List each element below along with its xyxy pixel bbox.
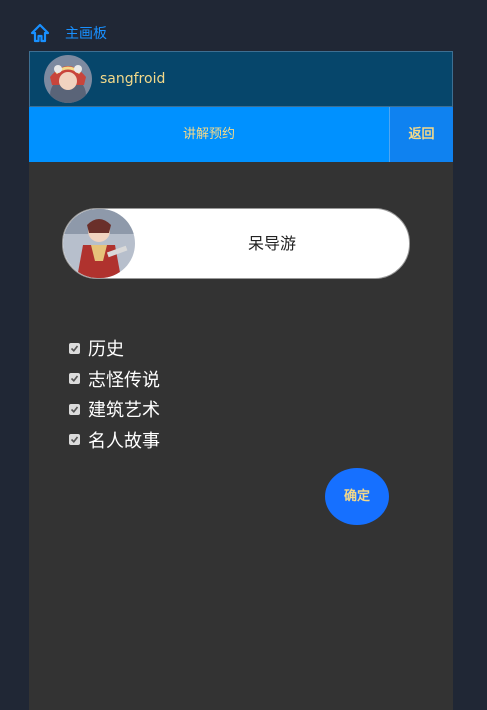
guide-card[interactable]: 呆导游 xyxy=(62,208,410,279)
back-button[interactable]: 返回 xyxy=(389,107,453,162)
breadcrumb-home-link[interactable]: 主画板 xyxy=(65,23,107,43)
checkbox-checked-icon[interactable] xyxy=(69,434,80,446)
topic-item-history[interactable]: 历史 xyxy=(69,333,160,364)
booking-panel: sangfroid 讲解预约 返回 呆导游 历史 志怪传说 建筑艺术 名人故事 … xyxy=(29,51,453,710)
page-title: 讲解预约 xyxy=(182,127,235,142)
topic-label: 历史 xyxy=(88,339,124,361)
topic-item-architecture[interactable]: 建筑艺术 xyxy=(69,394,160,425)
user-name: sangfroid xyxy=(100,71,166,87)
confirm-button[interactable]: 确定 xyxy=(325,468,389,525)
checkbox-checked-icon[interactable] xyxy=(69,342,80,354)
topic-label: 建筑艺术 xyxy=(88,400,160,422)
topic-list: 历史 志怪传说 建筑艺术 名人故事 xyxy=(69,333,160,455)
topic-label: 名人故事 xyxy=(88,430,160,452)
breadcrumb: 主画板 xyxy=(30,20,107,46)
home-icon[interactable] xyxy=(30,23,50,43)
topic-item-legends[interactable]: 志怪传说 xyxy=(69,364,160,395)
guide-name: 呆导游 xyxy=(247,234,296,253)
user-bar: sangfroid xyxy=(29,51,453,107)
user-avatar[interactable] xyxy=(44,55,92,103)
checkbox-checked-icon[interactable] xyxy=(69,373,80,385)
title-bar: 讲解预约 返回 xyxy=(29,107,453,162)
guide-avatar xyxy=(63,209,135,278)
topic-item-celebrities[interactable]: 名人故事 xyxy=(69,425,160,456)
topic-label: 志怪传说 xyxy=(88,369,160,391)
checkbox-checked-icon[interactable] xyxy=(69,403,80,415)
